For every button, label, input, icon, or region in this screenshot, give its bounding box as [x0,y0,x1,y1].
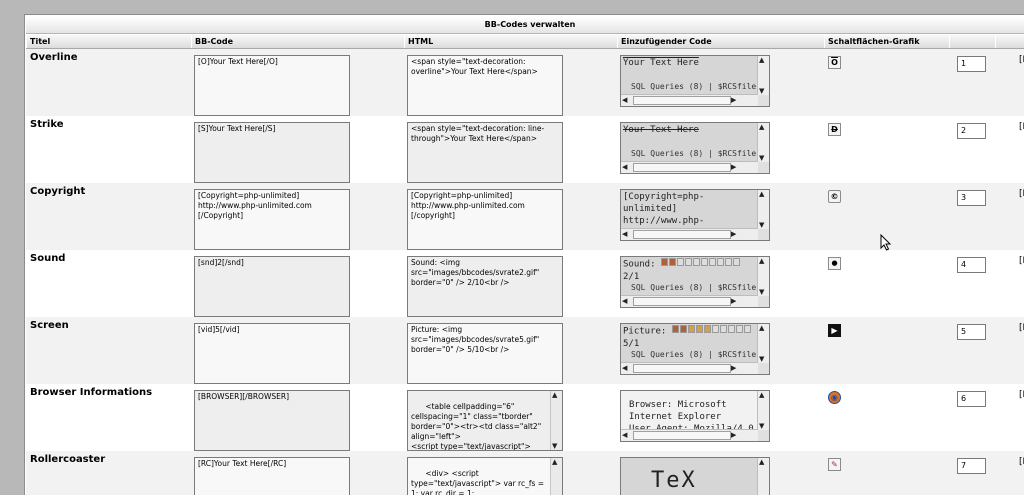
bbcode-field[interactable]: [BROWSER][/BROWSER] [194,390,350,451]
display-order-input[interactable]: 7 [957,458,986,474]
bbcode-field[interactable]: [S]Your Text Here[/S] [194,122,350,183]
preview-vertical-scrollbar[interactable]: ▲ ▼ [757,190,769,229]
html-field-text: <div> <script type="text/javascript"> va… [411,469,547,495]
bbcode-field[interactable]: [snd]2[/snd] [194,256,350,317]
row-title: Copyright [30,186,86,197]
html-field[interactable]: <span style="text-decoration: line-throu… [407,122,563,183]
copyright-icon: © [828,190,841,203]
panel-title: BB-Codes verwalten [26,17,1024,34]
insert-code-preview[interactable]: Picture: 5/1 SQL Queries (8) | $RCSfile$… [620,323,770,375]
insert-code-preview[interactable]: Your Text Here SQL Queries (8) | $RCSfil… [620,55,770,107]
row-title: Rollercoaster [30,454,106,465]
edit-link[interactable]: [E [1019,122,1024,132]
preview-vertical-scrollbar[interactable]: ▲ ▼ [757,257,769,296]
preview-sql-text: SQL Queries (8) | $RCSfile$ [631,350,762,359]
preview-text: Sound: [623,259,656,270]
display-order-input[interactable]: 3 [957,190,986,206]
preview-sql-text: SQL Queries (8) | $RCSfile$ [631,82,762,91]
edit-link[interactable]: [E [1019,323,1024,333]
html-vertical-scrollbar[interactable]: ▲ [550,458,562,495]
bbcode-field[interactable]: [Copyright=php-unlimited] http://www.php… [194,189,350,250]
insert-code-preview[interactable]: Browser: Microsoft Internet Explorer Use… [620,390,770,442]
preview-text: Browser: Microsoft Internet Explorer Use… [629,400,754,430]
table-row: Browser Informations [BROWSER][/BROWSER]… [26,384,1024,451]
html-field[interactable]: Sound: <img src="images/bbcodes/svrate2.… [407,256,563,317]
rollercoaster-icon: ✎ [828,458,841,471]
mouse-cursor-icon [880,234,892,251]
film-clapper-icon: ▶ [828,324,841,337]
display-order-input[interactable]: 5 [957,324,986,340]
rating-value: 2/1 [623,271,640,282]
firefox-browser-icon: ◉ [828,391,841,404]
table-row: Strike [S]Your Text Here[/S] <span style… [26,116,1024,183]
screen-rating-bar [671,325,752,337]
overline-icon: O [828,56,841,69]
preview-horizontal-scrollbar[interactable]: ◀ ▶ [621,161,758,173]
row-title: Overline [30,52,78,63]
header-bbcode: BB-Code [191,35,404,48]
edit-link[interactable]: [E [1019,189,1024,199]
table-row: Overline [O]Your Text Here[/O] <span sty… [26,49,1024,116]
rating-value: 5/1 [623,338,640,349]
row-title: Strike [30,119,64,130]
row-title: Browser Informations [30,387,153,398]
preview-vertical-scrollbar[interactable]: ▲ ▼ [757,123,769,162]
edit-link[interactable]: [E [1019,256,1024,266]
header-insert-code: Einzufügender Code [617,35,824,48]
html-field[interactable]: <table cellpadding="6" cellspacing="1" c… [407,390,563,451]
preview-text: Picture: [623,326,667,337]
display-order-input[interactable]: 6 [957,391,986,407]
display-order-input[interactable]: 4 [957,257,986,273]
preview-vertical-scrollbar[interactable]: ▲ [757,458,769,495]
html-vertical-scrollbar[interactable]: ▲ ▼ [550,391,562,450]
preview-vertical-scrollbar[interactable]: ▲ ▼ [757,391,769,430]
header-title: Titel [26,35,191,48]
bbcode-field[interactable]: [O]Your Text Here[/O] [194,55,350,116]
bbcode-manager-panel: BB-Codes verwalten Titel BB-Code HTML Ei… [24,14,1024,495]
preview-text: [Copyright=php-unlimited] http://www.php… [623,192,757,229]
sound-rating-bar [660,258,741,270]
bbcode-field[interactable]: [vid]5[/vid] [194,323,350,384]
preview-horizontal-scrollbar[interactable]: ◀ ▶ [621,228,758,240]
html-field-text: <table cellpadding="6" cellspacing="1" c… [411,402,542,451]
display-order-input[interactable]: 2 [957,123,986,139]
row-title: Sound [30,253,66,264]
table-row: Copyright [Copyright=php-unlimited] http… [26,183,1024,250]
table-row: Sound [snd]2[/snd] Sound: <img src="imag… [26,250,1024,317]
html-field[interactable]: [Copyright=php-unlimited] http://www.php… [407,189,563,250]
preview-horizontal-scrollbar[interactable]: ◀ ▶ [621,429,758,441]
preview-vertical-scrollbar[interactable]: ▲ ▼ [757,56,769,95]
preview-horizontal-scrollbar[interactable]: ◀ ▶ [621,362,758,374]
header-order [949,35,995,48]
row-title: Screen [30,320,69,331]
preview-horizontal-scrollbar[interactable]: ◀ ▶ [621,94,758,106]
insert-code-preview[interactable]: TeX ▲ [620,457,770,495]
strike-icon: D [828,123,841,136]
preview-sql-text: SQL Queries (8) | $RCSfile$ [631,283,762,292]
header-actions [995,35,1024,48]
display-order-input[interactable]: 1 [957,56,986,72]
table-row: Screen [vid]5[/vid] Picture: <img src="i… [26,317,1024,384]
edit-link[interactable]: [E [1019,55,1024,65]
header-html: HTML [404,35,617,48]
header-button-graphic: Schaltflächen-Grafik [824,35,949,48]
edit-link[interactable]: [E [1019,390,1024,400]
insert-code-preview[interactable]: Sound: 2/1 SQL Queries (8) | $RCSfile$ ▲… [620,256,770,308]
html-field[interactable]: <span style="text-decoration: overline">… [407,55,563,116]
html-field[interactable]: Picture: <img src="images/bbcodes/svrate… [407,323,563,384]
html-field[interactable]: <div> <script type="text/javascript"> va… [407,457,563,495]
preview-vertical-scrollbar[interactable]: ▲ ▼ [757,324,769,363]
insert-code-preview[interactable]: Your Text Here SQL Queries (8) | $RCSfil… [620,122,770,174]
preview-text: TeX [651,468,697,493]
sound-icon: ● [828,257,841,270]
preview-horizontal-scrollbar[interactable]: ◀ ▶ [621,295,758,307]
insert-code-preview[interactable]: [Copyright=php-unlimited] http://www.php… [620,189,770,241]
table-row: Rollercoaster [RC]Your Text Here[/RC] <d… [26,451,1024,495]
bbcode-field[interactable]: [RC]Your Text Here[/RC] [194,457,350,495]
table-header: Titel BB-Code HTML Einzufügender Code Sc… [26,35,1024,49]
edit-link[interactable]: [E [1019,457,1024,467]
preview-sql-text: SQL Queries (8) | $RCSfile$ [631,149,762,158]
